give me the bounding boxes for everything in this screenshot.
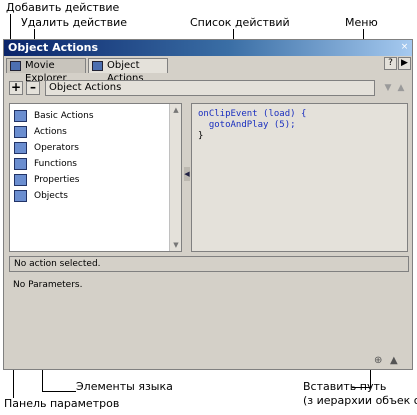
scroll-down-icon[interactable]: ▼ <box>171 240 181 250</box>
leader-line-path-h <box>352 387 370 388</box>
book-icon <box>14 190 27 202</box>
parameters-panel-text: No Parameters. <box>13 280 83 290</box>
object-actions-icon <box>92 61 103 71</box>
list-item-operators[interactable]: Operators <box>14 142 79 156</box>
object-actions-panel: Object Actions × Movie Explorer Object A… <box>3 39 413 370</box>
collapse-arrow-icon[interactable]: ◀ <box>184 167 190 181</box>
toolbar: + – Object Actions ▼ ▲ <box>7 80 409 98</box>
list-item-label: Properties <box>34 175 80 185</box>
tab-movie-explorer[interactable]: Movie Explorer <box>6 58 86 84</box>
status-bar: No action selected. <box>9 256 409 272</box>
list-scrollbar[interactable]: ▲ ▼ <box>169 104 181 251</box>
add-action-button[interactable]: + <box>9 81 23 95</box>
list-item-label: Objects <box>34 191 69 201</box>
list-item-label: Operators <box>34 143 79 153</box>
callout-language-elements: Элементы языка <box>76 380 173 393</box>
object-field: Object Actions <box>45 80 375 96</box>
move-up-button[interactable]: ▲ <box>395 82 407 94</box>
code-line[interactable]: onClipEvent (load) { <box>198 109 306 120</box>
delete-action-button[interactable]: – <box>26 81 40 95</box>
pane-divider[interactable]: ◀ <box>183 103 191 252</box>
bottom-icon-group: ⊕ ▲ <box>366 356 406 368</box>
move-down-button[interactable]: ▼ <box>382 82 394 94</box>
book-icon <box>14 174 27 186</box>
triangle-up-icon[interactable]: ▲ <box>390 356 398 366</box>
window-title: Object Actions <box>8 41 99 54</box>
callout-delete-action: Удалить действие <box>21 16 127 29</box>
target-icon[interactable]: ⊕ <box>374 356 382 366</box>
list-item-actions[interactable]: Actions <box>14 126 67 140</box>
movie-explorer-icon <box>10 61 21 71</box>
list-item-label: Basic Actions <box>34 111 94 121</box>
list-item-basic-actions[interactable]: Basic Actions <box>14 110 94 124</box>
book-icon <box>14 158 27 170</box>
book-icon <box>14 142 27 154</box>
list-item-functions[interactable]: Functions <box>14 158 77 172</box>
callout-action-list: Список действий <box>190 16 290 29</box>
list-item-properties[interactable]: Properties <box>14 174 79 188</box>
tab-object-actions[interactable]: Object Actions <box>88 58 168 84</box>
actions-code-list[interactable]: onClipEvent (load) { gotoAndPlay (5); } <box>191 103 408 252</box>
book-icon <box>14 126 27 138</box>
code-line[interactable]: gotoAndPlay (5); <box>198 120 296 131</box>
code-line[interactable]: } <box>198 131 203 142</box>
leader-line-lang-h <box>42 391 76 392</box>
callout-params-panel: Панель параметров <box>4 397 120 410</box>
close-icon[interactable]: × <box>399 42 410 53</box>
callout-insert-path-sub: (з иерархии объек ов) <box>303 394 417 407</box>
title-bar[interactable]: Object Actions × <box>4 40 412 56</box>
help-button[interactable]: ? <box>384 57 397 70</box>
list-item-objects[interactable]: Objects <box>14 190 68 204</box>
callout-add-action: Добавить действие <box>6 1 120 14</box>
language-elements-list: Basic Actions Actions Operators Function… <box>9 103 182 252</box>
list-item-label: Functions <box>34 159 77 169</box>
callout-insert-path: Вставить путь <box>303 380 387 393</box>
list-item-label: Actions <box>34 127 67 137</box>
callout-menu: Меню <box>345 16 378 29</box>
tab-strip: Movie Explorer Object Actions <box>6 58 408 84</box>
menu-button[interactable]: ▶ <box>398 57 411 70</box>
book-icon <box>14 110 27 122</box>
scroll-up-icon[interactable]: ▲ <box>171 105 181 115</box>
